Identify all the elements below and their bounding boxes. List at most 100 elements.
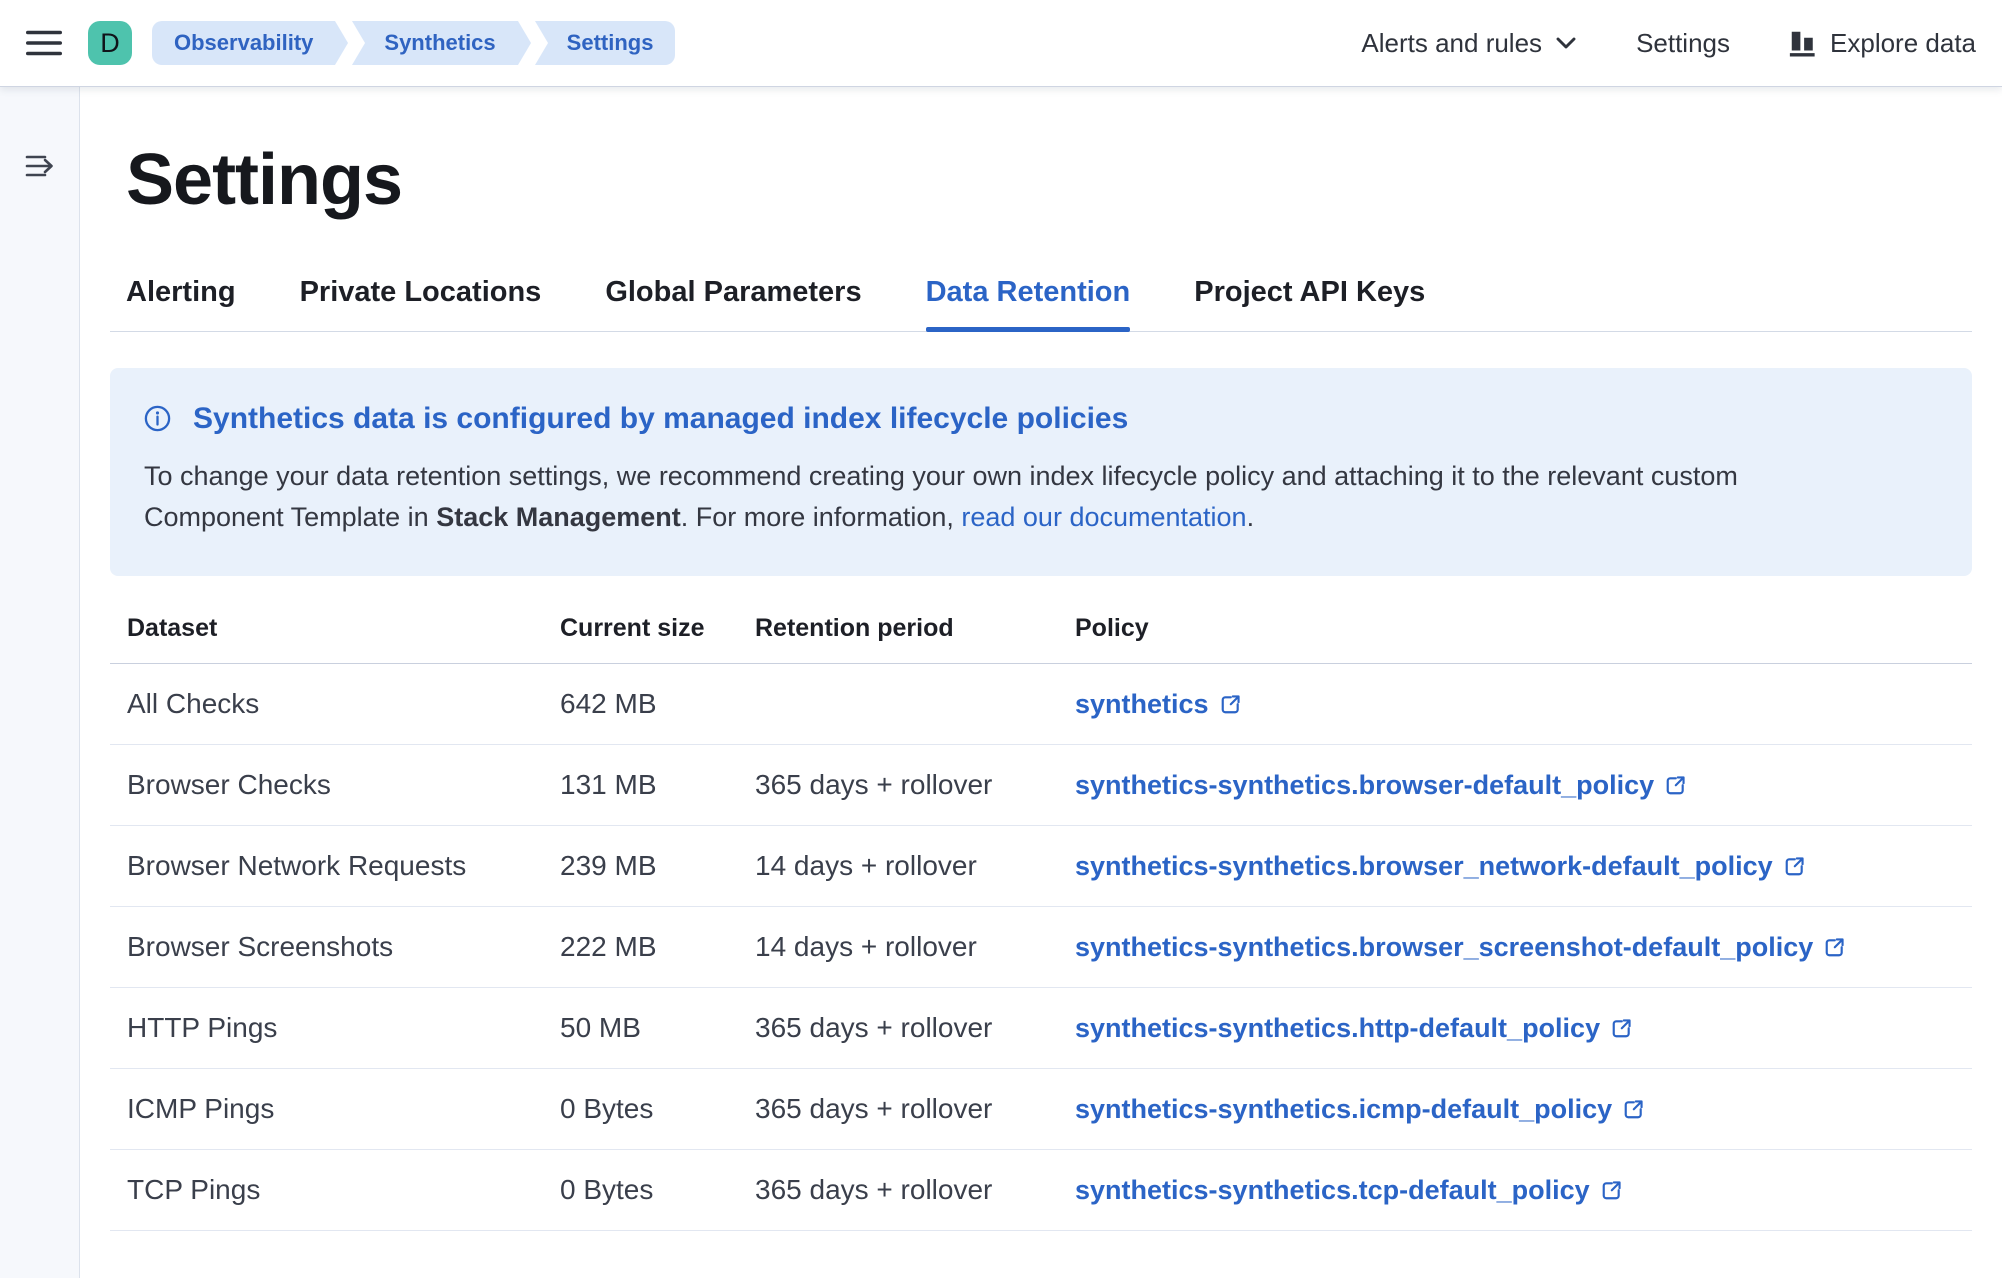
bar-chart-icon bbox=[1788, 28, 1818, 58]
top-bar: D Observability Synthetics Settings Aler… bbox=[0, 0, 2002, 87]
dataset-cell: Browser Screenshots bbox=[110, 906, 560, 987]
policy-link-label: synthetics-synthetics.http-default_polic… bbox=[1075, 1013, 1600, 1044]
dataset-cell: HTTP Pings bbox=[110, 987, 560, 1068]
tab-data-retention[interactable]: Data Retention bbox=[926, 276, 1131, 331]
documentation-link[interactable]: read our documentation bbox=[961, 502, 1246, 532]
current-size-cell: 0 Bytes bbox=[560, 1068, 755, 1149]
table-row: Browser Network Requests 239 MB 14 days … bbox=[110, 825, 1972, 906]
current-size-cell: 239 MB bbox=[560, 825, 755, 906]
policy-cell: synthetics bbox=[1075, 663, 1972, 744]
alerts-and-rules-label: Alerts and rules bbox=[1361, 28, 1542, 59]
policy-cell: synthetics-synthetics.tcp-default_policy bbox=[1075, 1149, 1972, 1230]
hamburger-menu-button[interactable] bbox=[26, 28, 62, 58]
breadcrumb: Observability Synthetics Settings bbox=[152, 21, 675, 65]
policy-link[interactable]: synthetics-synthetics.browser_screenshot… bbox=[1075, 932, 1846, 963]
chevron-down-icon bbox=[1554, 31, 1578, 55]
col-header-dataset: Dataset bbox=[110, 590, 560, 664]
dataset-cell: TCP Pings bbox=[110, 1149, 560, 1230]
current-size-cell: 0 Bytes bbox=[560, 1149, 755, 1230]
retention-period-cell: 365 days + rollover bbox=[755, 987, 1075, 1068]
alerts-and-rules-menu[interactable]: Alerts and rules bbox=[1361, 28, 1578, 59]
data-retention-table: Dataset Current size Retention period Po… bbox=[110, 590, 1972, 1231]
info-callout: Synthetics data is configured by managed… bbox=[110, 368, 1972, 576]
col-header-retention-period: Retention period bbox=[755, 590, 1075, 664]
external-link-icon bbox=[1610, 1017, 1633, 1040]
external-link-icon bbox=[1664, 774, 1687, 797]
policy-cell: synthetics-synthetics.browser_screenshot… bbox=[1075, 906, 1972, 987]
col-header-current-size: Current size bbox=[560, 590, 755, 664]
settings-tabs: Alerting Private Locations Global Parame… bbox=[110, 276, 1972, 332]
policy-link-label: synthetics-synthetics.browser_screenshot… bbox=[1075, 932, 1813, 963]
retention-period-cell bbox=[755, 663, 1075, 744]
settings-nav-label: Settings bbox=[1636, 28, 1730, 59]
current-size-cell: 131 MB bbox=[560, 744, 755, 825]
policy-link-label: synthetics-synthetics.browser_network-de… bbox=[1075, 851, 1773, 882]
tab-private-locations[interactable]: Private Locations bbox=[300, 276, 542, 331]
table-row: TCP Pings 0 Bytes 365 days + rollover sy… bbox=[110, 1149, 1972, 1230]
policy-link-label: synthetics-synthetics.icmp-default_polic… bbox=[1075, 1094, 1612, 1125]
breadcrumb-settings[interactable]: Settings bbox=[535, 21, 676, 65]
tab-alerting[interactable]: Alerting bbox=[126, 276, 236, 331]
col-header-policy: Policy bbox=[1075, 590, 1972, 664]
retention-period-cell: 365 days + rollover bbox=[755, 1149, 1075, 1230]
policy-link[interactable]: synthetics-synthetics.browser_network-de… bbox=[1075, 851, 1806, 882]
callout-body: To change your data retention settings, … bbox=[144, 456, 1824, 538]
policy-link-label: synthetics-synthetics.tcp-default_policy bbox=[1075, 1175, 1590, 1206]
explore-data-link[interactable]: Explore data bbox=[1788, 28, 1976, 59]
current-size-cell: 50 MB bbox=[560, 987, 755, 1068]
dataset-cell: Browser Network Requests bbox=[110, 825, 560, 906]
policy-cell: synthetics-synthetics.browser-default_po… bbox=[1075, 744, 1972, 825]
external-link-icon bbox=[1783, 855, 1806, 878]
retention-period-cell: 14 days + rollover bbox=[755, 906, 1075, 987]
page-title: Settings bbox=[126, 143, 1972, 218]
expand-sidenav-button[interactable] bbox=[23, 151, 57, 181]
settings-nav-link[interactable]: Settings bbox=[1636, 28, 1730, 59]
policy-link-label: synthetics bbox=[1075, 689, 1209, 720]
breadcrumb-synthetics[interactable]: Synthetics bbox=[352, 21, 517, 65]
policy-link[interactable]: synthetics-synthetics.tcp-default_policy bbox=[1075, 1175, 1623, 1206]
dataset-cell: All Checks bbox=[110, 663, 560, 744]
dataset-cell: Browser Checks bbox=[110, 744, 560, 825]
external-link-icon bbox=[1823, 936, 1846, 959]
retention-period-cell: 14 days + rollover bbox=[755, 825, 1075, 906]
top-nav: Alerts and rules Settings Explore data bbox=[1361, 28, 1976, 59]
callout-body-period: . bbox=[1247, 502, 1255, 532]
avatar[interactable]: D bbox=[88, 21, 132, 65]
external-link-icon bbox=[1600, 1179, 1623, 1202]
callout-title: Synthetics data is configured by managed… bbox=[193, 402, 1128, 436]
info-icon bbox=[144, 405, 171, 432]
settings-page: Settings Alerting Private Locations Glob… bbox=[80, 87, 2002, 1278]
policy-link[interactable]: synthetics-synthetics.http-default_polic… bbox=[1075, 1013, 1633, 1044]
policy-link[interactable]: synthetics bbox=[1075, 689, 1242, 720]
callout-body-bold: Stack Management bbox=[436, 502, 681, 532]
table-header-row: Dataset Current size Retention period Po… bbox=[110, 590, 1972, 664]
table-row: All Checks 642 MB synthetics bbox=[110, 663, 1972, 744]
main-area: Settings Alerting Private Locations Glob… bbox=[0, 87, 2002, 1278]
policy-link[interactable]: synthetics-synthetics.browser-default_po… bbox=[1075, 770, 1687, 801]
external-link-icon bbox=[1622, 1098, 1645, 1121]
policy-link-label: synthetics-synthetics.browser-default_po… bbox=[1075, 770, 1654, 801]
policy-cell: synthetics-synthetics.browser_network-de… bbox=[1075, 825, 1972, 906]
menu-expand-right-icon bbox=[23, 151, 57, 181]
explore-data-label: Explore data bbox=[1830, 28, 1976, 59]
tab-global-parameters[interactable]: Global Parameters bbox=[605, 276, 861, 331]
table-row: Browser Checks 131 MB 365 days + rollove… bbox=[110, 744, 1972, 825]
policy-cell: synthetics-synthetics.http-default_polic… bbox=[1075, 987, 1972, 1068]
collapsed-side-nav bbox=[0, 87, 80, 1278]
hamburger-icon bbox=[26, 28, 62, 58]
external-link-icon bbox=[1219, 693, 1242, 716]
policy-cell: synthetics-synthetics.icmp-default_polic… bbox=[1075, 1068, 1972, 1149]
table-row: HTTP Pings 50 MB 365 days + rollover syn… bbox=[110, 987, 1972, 1068]
tab-project-api-keys[interactable]: Project API Keys bbox=[1194, 276, 1425, 331]
current-size-cell: 642 MB bbox=[560, 663, 755, 744]
dataset-cell: ICMP Pings bbox=[110, 1068, 560, 1149]
table-row: Browser Screenshots 222 MB 14 days + rol… bbox=[110, 906, 1972, 987]
retention-period-cell: 365 days + rollover bbox=[755, 1068, 1075, 1149]
current-size-cell: 222 MB bbox=[560, 906, 755, 987]
table-row: ICMP Pings 0 Bytes 365 days + rollover s… bbox=[110, 1068, 1972, 1149]
retention-period-cell: 365 days + rollover bbox=[755, 744, 1075, 825]
callout-title-row: Synthetics data is configured by managed… bbox=[144, 402, 1936, 436]
breadcrumb-observability[interactable]: Observability bbox=[152, 21, 335, 65]
callout-body-text2: . For more information, bbox=[681, 502, 962, 532]
policy-link[interactable]: synthetics-synthetics.icmp-default_polic… bbox=[1075, 1094, 1645, 1125]
